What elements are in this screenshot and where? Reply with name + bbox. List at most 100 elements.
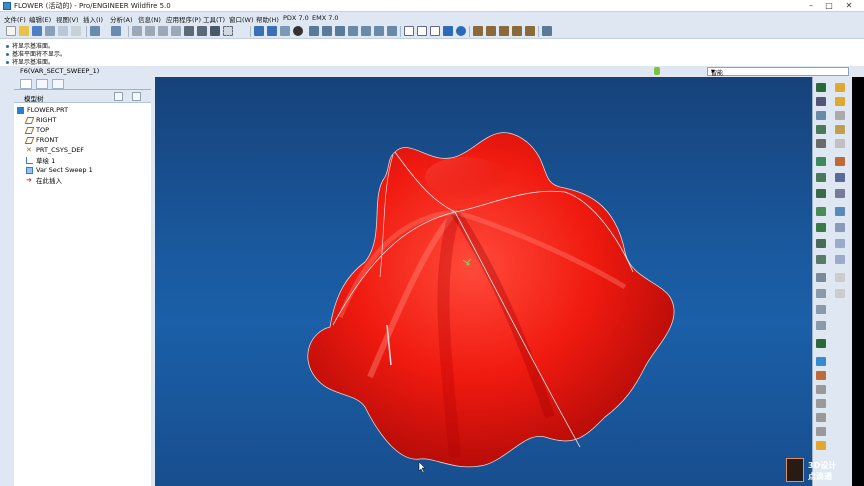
warp-tool-icon[interactable] [816,339,826,348]
send-icon[interactable] [71,26,81,36]
menu-help[interactable]: 帮助(H) [256,14,279,24]
paste-icon[interactable] [158,26,168,36]
zoom-in-icon[interactable] [309,26,319,36]
zoom-out-icon[interactable] [322,26,332,36]
datum-planes-toggle-icon[interactable] [473,26,483,36]
spin-center-icon[interactable] [280,26,290,36]
tree-settings-icon[interactable] [114,92,123,101]
menu-applications[interactable]: 应用程序(P) [166,14,201,24]
analysis-tool-icon[interactable] [835,111,845,120]
refit-icon[interactable] [335,26,345,36]
view-manager-icon[interactable] [387,26,397,36]
thicken-tool-icon[interactable] [816,305,826,314]
pattern-tool-icon[interactable] [816,255,826,264]
undo-icon[interactable] [90,26,100,36]
open-file-icon[interactable] [19,26,29,36]
trim-tool-icon[interactable] [835,273,845,282]
tab-favorites[interactable] [52,79,64,89]
sketch-tool-icon[interactable] [816,125,826,134]
mirror-tool-icon[interactable] [835,255,845,264]
shaded-icon[interactable] [443,26,453,36]
menu-insert[interactable]: 插入(I) [83,14,103,24]
menu-window[interactable]: 窗口(W) [229,14,254,24]
extrude-tool-icon[interactable] [816,157,826,166]
copy-icon[interactable] [145,26,155,36]
minimize-button[interactable]: – [804,1,818,11]
sketch-plane-tool-icon[interactable] [835,125,845,134]
tree-show-icon[interactable] [132,92,141,101]
offset-tool-icon[interactable] [835,289,845,298]
plane-orient-tool-icon[interactable] [835,139,845,148]
tree-node-part[interactable]: FLOWER.PRT [17,105,68,115]
extend-tool-icon[interactable] [816,289,826,298]
hole-tool-icon[interactable] [816,207,826,216]
csys-toggle-icon[interactable] [512,26,522,36]
blend-tool-icon[interactable] [835,173,845,182]
dimension-tool-icon[interactable] [816,413,826,422]
wireframe-icon[interactable] [404,26,414,36]
datum-curve-tool-icon[interactable] [816,97,826,106]
tree-node-sketch[interactable]: 草绘 1 [26,155,55,165]
shading-icon[interactable] [293,26,303,36]
email-icon[interactable] [58,26,68,36]
print-icon[interactable] [45,26,55,36]
constraint-tool-icon[interactable] [816,427,826,436]
menu-view[interactable]: 视图(V) [56,14,79,24]
csys-tool-icon[interactable] [816,111,826,120]
paste-special-icon[interactable] [171,26,181,36]
datum-points-toggle-icon[interactable] [499,26,509,36]
new-file-icon[interactable] [6,26,16,36]
revolve-tool-icon[interactable] [835,157,845,166]
tree-node-right[interactable]: RIGHT [24,115,56,125]
enhanced-realism-icon[interactable] [456,26,466,36]
line-tool-icon[interactable] [816,357,826,366]
tab-model-tree[interactable] [20,79,32,89]
tree-node-csys[interactable]: ✕ PRT_CSYS_DEF [26,145,84,155]
cut-icon[interactable] [132,26,142,36]
rectangle-tool-icon[interactable] [816,371,826,380]
circle-tool-icon[interactable] [816,385,826,394]
tree-node-top[interactable]: TOP [24,125,49,135]
context-help-icon[interactable] [542,26,552,36]
hidden-line-icon[interactable] [417,26,427,36]
curve-tool-icon[interactable] [816,139,826,148]
layers-icon[interactable] [374,26,384,36]
menu-tools[interactable]: 工具(T) [203,14,225,24]
regenerate-icon[interactable] [184,26,194,36]
graphics-viewport[interactable] [155,77,812,486]
menu-pdx[interactable]: PDX 7.0 [283,14,309,22]
merge-tool-icon[interactable] [816,273,826,282]
tree-node-insert-here[interactable]: ➔ 在此插入 [26,175,62,185]
datum-axis-tool-icon[interactable] [835,83,845,92]
done-tool-icon[interactable] [816,441,826,450]
menu-analysis[interactable]: 分析(A) [110,14,133,24]
menu-emx[interactable]: EMX 7.0 [312,14,339,22]
saved-views-icon[interactable] [361,26,371,36]
maximize-button[interactable]: □ [822,1,836,11]
shell-tool-icon[interactable] [835,207,845,216]
datum-point-tool-icon[interactable] [835,97,845,106]
tab-folder-browser[interactable] [36,79,48,89]
find-icon[interactable] [210,26,220,36]
round-tool-icon[interactable] [816,239,826,248]
menu-file[interactable]: 文件(F) [4,14,26,24]
save-icon[interactable] [32,26,42,36]
close-button[interactable]: ✕ [842,1,856,11]
datum-plane-tool-icon[interactable] [816,83,826,92]
regen-manager-icon[interactable] [197,26,207,36]
style-tool-icon[interactable] [835,189,845,198]
selection-filter-dropdown[interactable]: 智能 ▼ [707,67,849,77]
rib-tool-icon[interactable] [816,223,826,232]
select-box-icon[interactable] [223,26,233,36]
orient-mode-icon[interactable] [267,26,277,36]
redo-icon[interactable] [111,26,121,36]
menu-info[interactable]: 信息(N) [138,14,161,24]
menu-edit[interactable]: 编辑(E) [29,14,51,24]
tree-node-sweep[interactable]: Var Sect Sweep 1 [26,165,93,175]
sweep-tool-icon[interactable] [816,173,826,182]
reorient-icon[interactable] [348,26,358,36]
boundary-blend-tool-icon[interactable] [816,189,826,198]
datum-axes-toggle-icon[interactable] [486,26,496,36]
tree-node-front[interactable]: FRONT [24,135,58,145]
arc-tool-icon[interactable] [816,399,826,408]
